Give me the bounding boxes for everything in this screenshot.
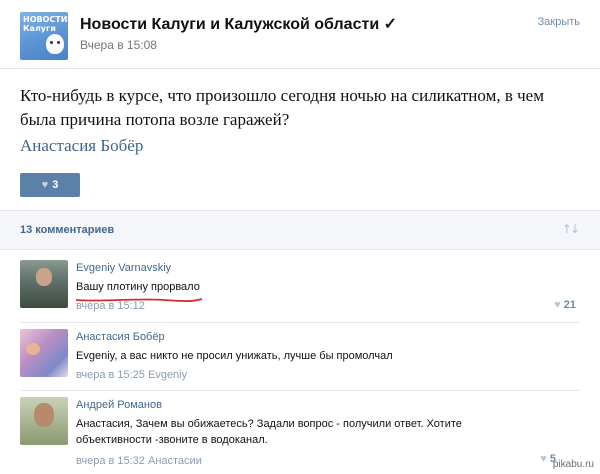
group-name[interactable]: Новости Калуги и Калужской области ✓ [80,14,397,34]
comment-reply-to[interactable]: Evgeniy [148,369,187,381]
comment-reply-to[interactable]: Анастасии [148,455,202,467]
post-header: НОВОСТИ Калуги Новости Калуги и Калужско… [0,0,600,68]
avatar[interactable] [20,260,68,308]
comment-text: Анастасия, Зачем вы обижаетесь? Задали в… [76,418,462,446]
close-link[interactable]: Закрыть [538,16,580,28]
red-underline-annotation [75,298,203,302]
sort-arrows-icon[interactable]: ↑↓ [562,222,580,236]
comment-meta: вчера в 15:25 Evgeniy [76,369,187,381]
watermark: pikabu.ru [552,459,594,470]
comment-like-count: 21 [563,299,576,311]
like-count: 3 [52,179,59,191]
group-avatar-image [46,34,64,54]
comments-count[interactable]: 13 комментариев [20,224,114,236]
group-avatar-label: НОВОСТИ Калуги [23,15,68,33]
heart-icon: ♥ [540,453,547,465]
comment-text: Вашу плотину прорвало [76,281,200,293]
heart-icon: ♥ [554,299,561,311]
avatar[interactable] [20,397,68,445]
comment-author[interactable]: Анастасия Бобёр [76,331,165,343]
post-time[interactable]: Вчера в 15:08 [80,38,157,52]
comment-divider [20,322,580,323]
comment-divider [20,390,580,391]
comment-text: Evgeniy, а вас никто не просил унижать, … [76,350,393,362]
comment-author[interactable]: Андрей Романов [76,399,162,411]
header-divider [0,68,600,69]
group-avatar[interactable]: НОВОСТИ Калуги [20,12,68,60]
post-text: Кто-нибудь в курсе, что произошло сегодн… [20,86,544,129]
comment-like-button[interactable]: ♥ 21 [554,299,576,311]
post-author[interactable]: Анастасия Бобёр [20,136,143,156]
heart-icon: ♥ [41,179,49,191]
comment-time[interactable]: вчера в 15:25 [76,369,145,381]
comment-time[interactable]: вчера в 15:32 [76,455,145,467]
comment-meta: вчера в 15:32 Анастасии [76,455,202,467]
like-button[interactable]: ♥ 3 [20,173,80,197]
comments-bar: 13 комментариев ↑↓ [0,210,600,250]
avatar[interactable] [20,329,68,377]
comment-author[interactable]: Evgeniy Varnavskiy [76,262,171,274]
